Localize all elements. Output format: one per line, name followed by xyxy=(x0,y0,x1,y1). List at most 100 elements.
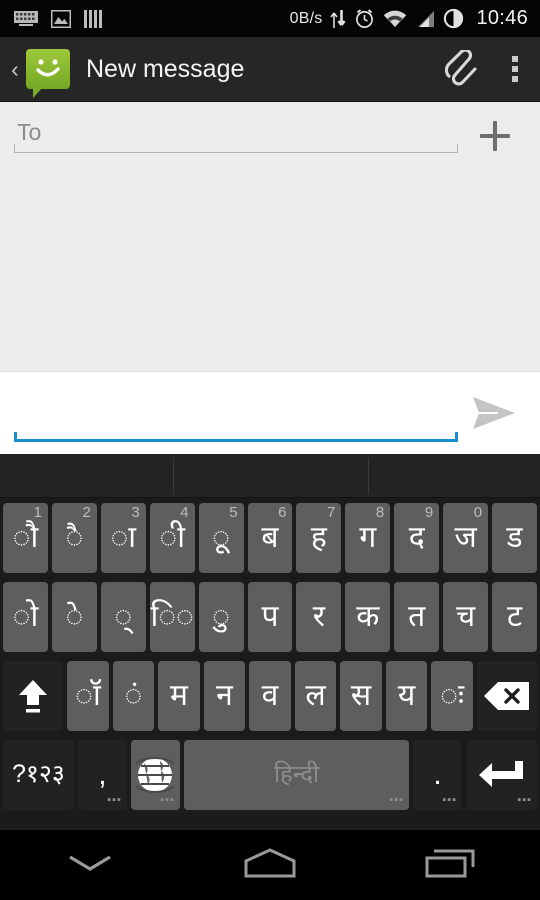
key-row1-9[interactable]: द 9 xyxy=(394,502,440,573)
key-row1-1[interactable]: ◌ौ 1 xyxy=(3,502,48,573)
key-glyph: ल xyxy=(305,678,326,712)
key-row2-9[interactable]: त xyxy=(394,581,440,652)
symbols-key[interactable]: ?१२३ xyxy=(3,739,74,810)
overflow-menu-icon[interactable] xyxy=(504,54,526,84)
send-button[interactable] xyxy=(458,380,530,446)
key-number-hint: 5 xyxy=(229,503,238,521)
to-input[interactable]: To xyxy=(14,119,458,146)
long-press-hint: ▪▪▪ xyxy=(107,793,122,806)
key-row3-3[interactable]: म xyxy=(158,660,200,731)
key-glyph: च xyxy=(456,599,476,633)
key-glyph: ि◌ xyxy=(150,599,194,633)
enter-key[interactable]: ▪▪▪ xyxy=(466,739,538,810)
key-row2-3[interactable]: ◌् xyxy=(100,581,146,652)
key-glyph: ◌ः xyxy=(440,678,465,712)
page-title: New message xyxy=(86,54,245,83)
messaging-smiley-icon[interactable] xyxy=(26,49,70,98)
action-bar-actions xyxy=(444,48,526,88)
long-press-hint: ▪▪▪ xyxy=(160,793,175,806)
key-glyph: न xyxy=(216,678,233,712)
status-bar-right-icons: 0B/s 10:46 xyxy=(290,7,528,30)
language-switch-key[interactable]: ▪▪▪ xyxy=(128,739,183,810)
comma-key[interactable]: , ▪▪▪ xyxy=(77,739,127,810)
key-row2-1[interactable]: ◌ो xyxy=(3,581,48,652)
key-glyph: ◌ा xyxy=(110,520,137,554)
message-input-underline xyxy=(14,432,458,442)
key-row2-10[interactable]: च xyxy=(443,581,489,652)
key-row2-7[interactable]: र xyxy=(296,581,342,652)
keyboard-icon xyxy=(14,10,38,26)
key-row1-10[interactable]: ज 0 xyxy=(443,502,489,573)
wifi-icon xyxy=(384,10,407,27)
long-press-hint: ▪▪▪ xyxy=(389,793,405,806)
language-globe-icon xyxy=(128,756,183,794)
suggestion-divider xyxy=(173,458,174,494)
key-row3-9[interactable]: ◌ः xyxy=(431,660,473,731)
network-speed-label: 0B/s xyxy=(289,9,323,27)
key-glyph: ◌् xyxy=(114,599,133,633)
shift-icon xyxy=(14,676,52,716)
key-row2-2[interactable]: ◌े xyxy=(51,581,97,652)
key-glyph: ◌े xyxy=(65,599,84,633)
key-row3-4[interactable]: न xyxy=(203,660,246,731)
to-field-wrapper[interactable]: To xyxy=(14,113,458,159)
key-row2-5[interactable]: ◌ु xyxy=(198,581,244,652)
key-row3-6[interactable]: ल xyxy=(294,660,337,731)
spacebar-key[interactable]: हिन्दी ▪▪▪ xyxy=(183,739,410,810)
status-bar-clock: 10:46 xyxy=(476,7,528,29)
cell-signal-icon xyxy=(418,10,435,27)
key-number-hint: 2 xyxy=(82,503,91,521)
shift-key[interactable] xyxy=(3,660,64,731)
key-number-hint: 0 xyxy=(473,503,483,521)
key-row1-11[interactable]: ड xyxy=(492,502,537,573)
keyboard-row-4: ?१२३ , ▪▪▪ ▪▪▪ हिन्दी ▪▪▪ . ▪▪▪ ▪▪▪ xyxy=(0,735,540,814)
key-row3-8[interactable]: य xyxy=(385,660,428,731)
key-number-hint: 6 xyxy=(278,503,287,521)
key-row1-5[interactable]: ◌ू 5 xyxy=(198,502,244,573)
back-chevron-icon[interactable]: ‹ xyxy=(6,57,24,81)
key-row1-7[interactable]: ह 7 xyxy=(296,502,342,573)
key-row1-3[interactable]: ◌ा 3 xyxy=(100,502,146,573)
key-glyph: ◌ो xyxy=(12,599,39,633)
key-number-hint: 9 xyxy=(424,503,434,521)
key-row3-1[interactable]: ◌ॉ xyxy=(67,660,109,731)
key-row1-8[interactable]: ग 8 xyxy=(345,502,391,573)
soft-keyboard: ◌ौ 1 ◌ै 2 ◌ा 3 ◌ी 4 ◌ू 5 ब 6 ह 7 ग 8 द 9… xyxy=(0,454,540,830)
home-button[interactable] xyxy=(180,847,360,884)
recent-apps-button[interactable] xyxy=(360,847,540,884)
battery-icon xyxy=(444,8,464,29)
key-glyph: व xyxy=(261,678,279,712)
data-transfer-icon xyxy=(330,9,346,28)
key-row2-6[interactable]: प xyxy=(247,581,293,652)
key-row3-7[interactable]: स xyxy=(340,660,382,731)
suggestion-strip[interactable] xyxy=(0,454,540,498)
hide-keyboard-button[interactable] xyxy=(0,853,180,878)
add-contact-button[interactable] xyxy=(464,107,522,165)
key-row2-8[interactable]: क xyxy=(345,581,391,652)
key-glyph: ◌ू xyxy=(212,520,230,554)
key-row2-11[interactable]: ट xyxy=(492,581,537,652)
key-number-hint: 1 xyxy=(33,503,42,521)
period-key[interactable]: . ▪▪▪ xyxy=(413,739,463,810)
backspace-key[interactable] xyxy=(476,660,538,731)
phone-screen: 0B/s 10:46 ‹ New message To ◌ौ 1 ◌ै 2 ◌ा… xyxy=(0,0,540,900)
attach-paperclip-icon[interactable] xyxy=(444,48,478,88)
key-row2-4[interactable]: ि◌ xyxy=(149,581,195,652)
key-row3-2[interactable]: ◌ं xyxy=(112,660,155,731)
key-glyph: स xyxy=(350,678,372,712)
key-glyph: प xyxy=(261,599,279,633)
key-row3-5[interactable]: व xyxy=(249,660,291,731)
backspace-icon xyxy=(483,680,531,712)
navigation-bar xyxy=(0,830,540,900)
compose-row xyxy=(0,372,540,454)
key-row1-4[interactable]: ◌ी 4 xyxy=(149,502,195,573)
spacebar-language-label: हिन्दी xyxy=(273,760,320,788)
bars-icon xyxy=(84,9,102,28)
keyboard-row-3: ◌ॉ ◌ं म न व ल स य ◌ः xyxy=(0,656,540,735)
key-number-hint: 8 xyxy=(375,503,385,521)
key-glyph: म xyxy=(170,678,188,712)
key-row1-2[interactable]: ◌ै 2 xyxy=(51,502,97,573)
key-glyph: ◌ं xyxy=(124,678,143,712)
key-row1-6[interactable]: ब 6 xyxy=(247,502,293,573)
message-input-wrapper[interactable] xyxy=(14,380,458,446)
